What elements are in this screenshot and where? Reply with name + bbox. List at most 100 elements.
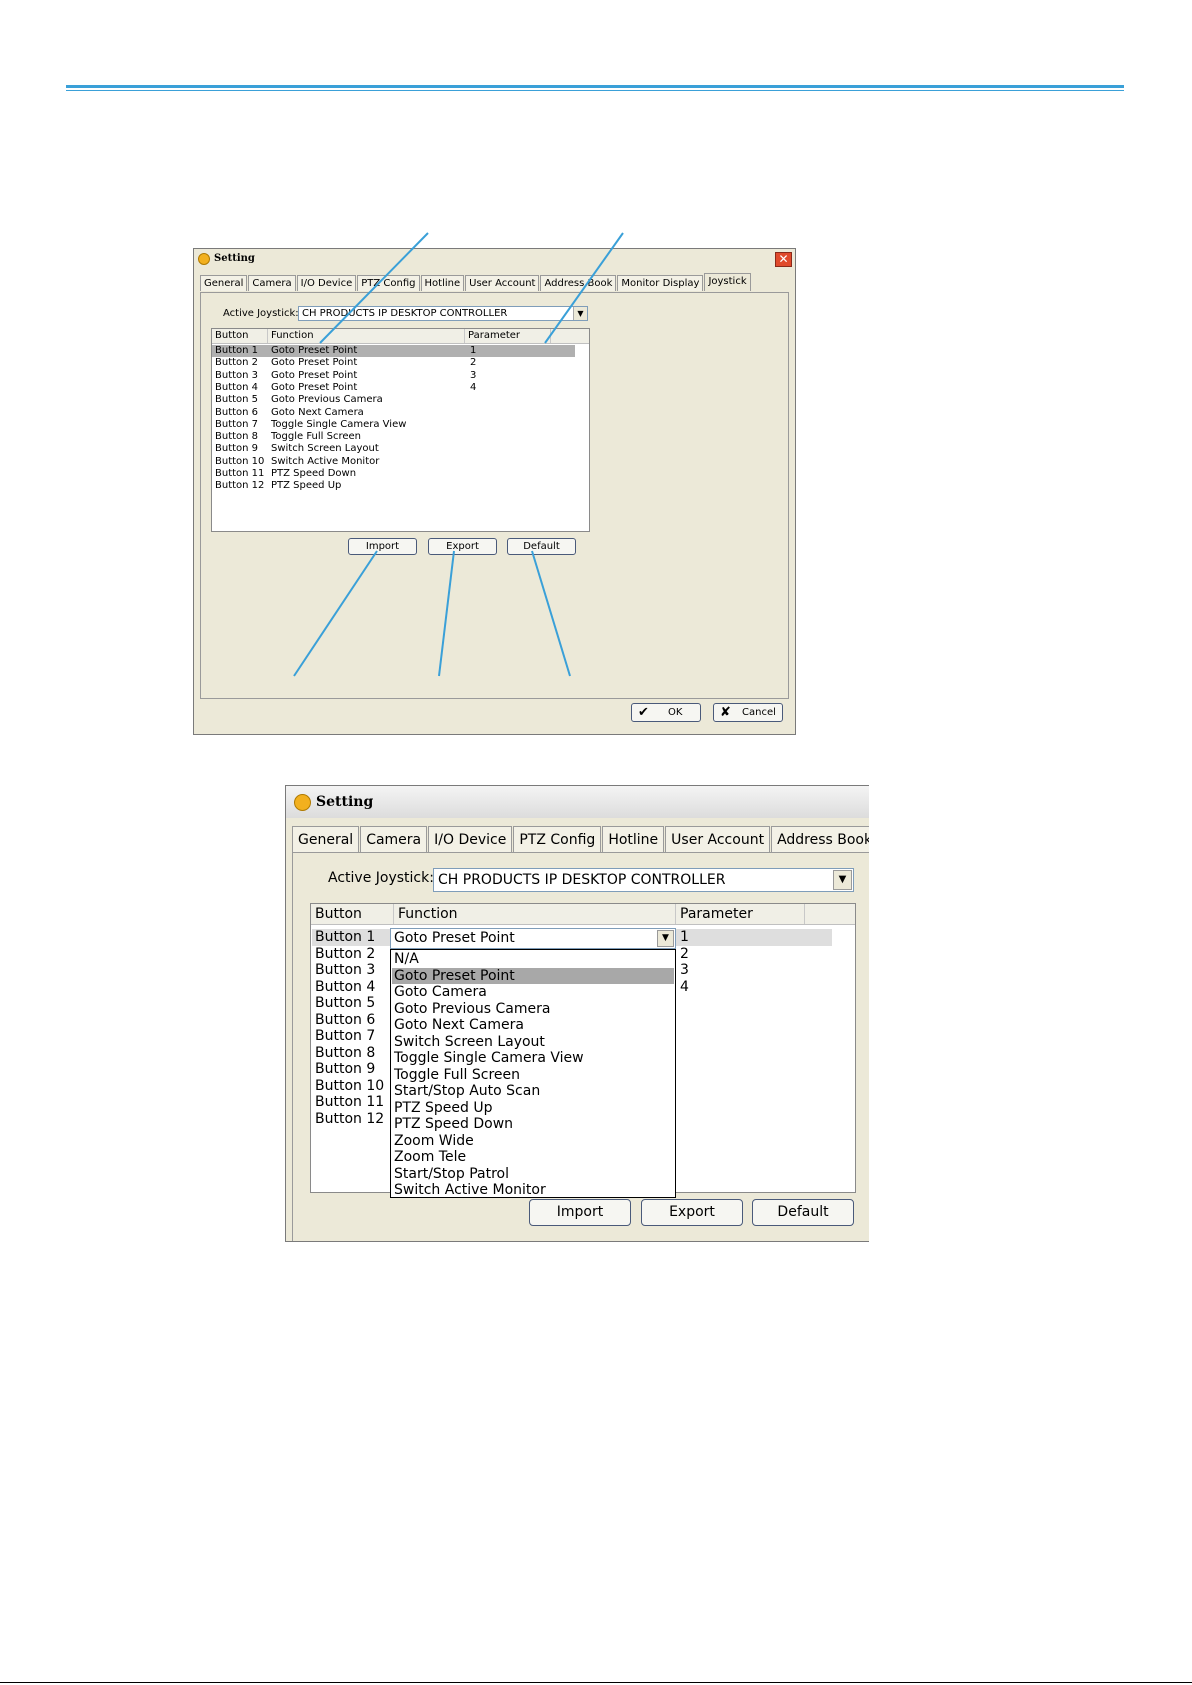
tab-camera[interactable]: Camera — [248, 275, 296, 291]
dropdown-arrow-icon[interactable]: ▼ — [657, 930, 674, 947]
tab-general[interactable]: General — [200, 275, 248, 291]
function-option[interactable]: Start/Stop Patrol — [392, 1166, 674, 1182]
cell-button[interactable]: Button 12 — [315, 1111, 384, 1128]
table-row[interactable]: Button 12 PTZ Speed Up — [212, 480, 575, 492]
ok-button[interactable]: ✔ OK — [631, 703, 701, 722]
tab-ptz-config[interactable]: PTZ Config — [357, 275, 420, 291]
cancel-button[interactable]: ✘ Cancel — [713, 703, 783, 722]
checkmark-icon: ✔ — [638, 705, 649, 720]
joystick-button-table: Button Function Parameter Button 1 Button… — [310, 903, 856, 1198]
cell-button: Button 4 — [215, 381, 259, 393]
function-option[interactable]: Toggle Single Camera View — [392, 1050, 674, 1066]
tab-hotline[interactable]: Hotline — [420, 275, 465, 291]
table-row[interactable]: Button 3 Goto Preset Point 3 — [212, 370, 575, 382]
tab-hotline[interactable]: Hotline — [602, 826, 665, 852]
cell-button[interactable]: Button 1 — [315, 929, 375, 946]
function-option[interactable]: Goto Preset Point — [392, 967, 674, 984]
function-option[interactable]: Goto Camera — [392, 984, 674, 1000]
tab-address-book[interactable]: Address Book — [540, 275, 617, 291]
cell-function: Toggle Full Screen — [271, 431, 361, 443]
tab-address-book[interactable]: Address Book — [771, 826, 869, 852]
column-header-function[interactable]: Function — [394, 904, 676, 924]
close-icon[interactable]: ✕ — [775, 252, 792, 267]
joystick-button-table: Button Function Parameter Button 1 Goto P… — [211, 328, 590, 532]
table-row[interactable]: Button 4 Goto Preset Point 4 — [212, 382, 575, 394]
dropdown-arrow-icon[interactable]: ▼ — [573, 307, 587, 320]
active-joystick-select[interactable]: CH PRODUCTS IP DESKTOP CONTROLLER ▼ — [298, 306, 588, 321]
tab-i-o-device[interactable]: I/O Device — [296, 275, 357, 291]
cell-button[interactable]: Button 7 — [315, 1028, 375, 1045]
column-header-function[interactable]: Function — [268, 329, 465, 343]
active-joystick-select[interactable]: CH PRODUCTS IP DESKTOP CONTROLLER ▼ — [433, 868, 854, 892]
cell-button[interactable]: Button 8 — [315, 1045, 375, 1062]
tab-user-account[interactable]: User Account — [465, 275, 540, 291]
tab-monitor-display[interactable]: Monitor Display — [617, 275, 704, 291]
function-option[interactable]: Zoom Wide — [392, 1133, 674, 1149]
cell-button[interactable]: Button 9 — [315, 1061, 375, 1078]
column-header-button[interactable]: Button — [311, 904, 394, 924]
tab-general[interactable]: General — [292, 826, 360, 852]
table-row[interactable]: Button 5 Goto Previous Camera — [212, 394, 575, 406]
table-row[interactable]: Button 7 Toggle Single Camera View — [212, 419, 575, 431]
function-option[interactable]: Switch Active Monitor — [392, 1182, 674, 1198]
cell-function: PTZ Speed Up — [271, 480, 342, 492]
function-option[interactable]: Goto Next Camera — [392, 1017, 674, 1033]
export-button[interactable]: Export — [428, 538, 497, 555]
default-button[interactable]: Default — [507, 538, 576, 555]
function-option[interactable]: Zoom Tele — [392, 1149, 674, 1165]
function-option[interactable]: Switch Screen Layout — [392, 1034, 674, 1050]
tab-bar: General Camera I/O Device PTZ Config Hotline… — [292, 826, 869, 852]
cell-button[interactable]: Button 2 — [315, 946, 375, 963]
cell-parameter: 4 — [680, 978, 689, 995]
function-select[interactable]: Goto Preset Point ▼ — [390, 928, 676, 949]
tab-i-o-device[interactable]: I/O Device — [428, 826, 513, 852]
dialog-titlebar: Setting — [286, 786, 869, 818]
table-row[interactable]: Button 2 Goto Preset Point 2 — [212, 357, 575, 369]
function-option[interactable]: Toggle Full Screen — [392, 1067, 674, 1083]
column-header-parameter[interactable]: Parameter — [676, 904, 805, 924]
cell-button[interactable]: Button 5 — [315, 995, 375, 1012]
table-row[interactable]: Button 8 Toggle Full Screen — [212, 431, 575, 443]
cancel-label: Cancel — [742, 707, 776, 718]
table-row[interactable]: Button 11 PTZ Speed Down — [212, 468, 575, 480]
cell-button[interactable]: Button 10 — [315, 1078, 384, 1095]
import-button[interactable]: Import — [348, 538, 417, 555]
table-row[interactable]: Button 6 Goto Next Camera — [212, 407, 575, 419]
cell-function: Switch Active Monitor — [271, 455, 380, 467]
x-icon: ✘ — [720, 705, 731, 720]
column-header-button[interactable]: Button — [212, 329, 268, 343]
setting-dialog: Setting ✕ General Camera I/O Device PTZ Con… — [193, 248, 796, 735]
setting-dialog-zoomed: Setting General Camera I/O Device PTZ Confi… — [285, 785, 869, 1242]
active-joystick-label: Active Joystick: — [328, 870, 434, 886]
table-header: Button Function Parameter — [311, 904, 855, 925]
default-button[interactable]: Default — [752, 1199, 854, 1226]
cell-button[interactable]: Button 3 — [315, 962, 375, 979]
dropdown-arrow-icon[interactable]: ▼ — [833, 870, 852, 890]
function-option[interactable]: PTZ Speed Up — [392, 1100, 674, 1116]
table-row[interactable]: Button 9 Switch Screen Layout — [212, 443, 575, 455]
tab-camera[interactable]: Camera — [360, 826, 428, 852]
tab-ptz-config[interactable]: PTZ Config — [513, 826, 602, 852]
table-row[interactable]: Button 10 Switch Active Monitor — [212, 456, 575, 468]
function-option[interactable]: PTZ Speed Down — [392, 1116, 674, 1132]
table-row[interactable]: Button 1 Goto Preset Point 1 — [212, 345, 575, 357]
cell-button[interactable]: Button 11 — [315, 1094, 384, 1111]
function-option[interactable]: Goto Previous Camera — [392, 1001, 674, 1017]
table-header: Button Function Parameter — [212, 329, 589, 344]
column-header-parameter[interactable]: Parameter — [465, 329, 551, 343]
function-option[interactable]: N/A — [392, 951, 674, 967]
cell-button: Button 9 — [215, 443, 259, 455]
cell-button[interactable]: Button 6 — [315, 1012, 375, 1029]
tab-user-account[interactable]: User Account — [665, 826, 771, 852]
cell-function: Goto Preset Point — [271, 357, 358, 369]
active-joystick-label: Active Joystick: — [223, 308, 299, 319]
tab-joystick[interactable]: Joystick — [704, 273, 751, 291]
import-button[interactable]: Import — [529, 1199, 631, 1226]
cell-parameter: 3 — [680, 962, 689, 978]
cell-parameter: 4 — [470, 381, 477, 393]
active-joystick-value: CH PRODUCTS IP DESKTOP CONTROLLER — [302, 308, 508, 319]
dialog-title: Setting — [316, 794, 374, 810]
cell-button[interactable]: Button 4 — [315, 979, 375, 996]
export-button[interactable]: Export — [641, 1199, 743, 1226]
function-option[interactable]: Start/Stop Auto Scan — [392, 1083, 674, 1099]
